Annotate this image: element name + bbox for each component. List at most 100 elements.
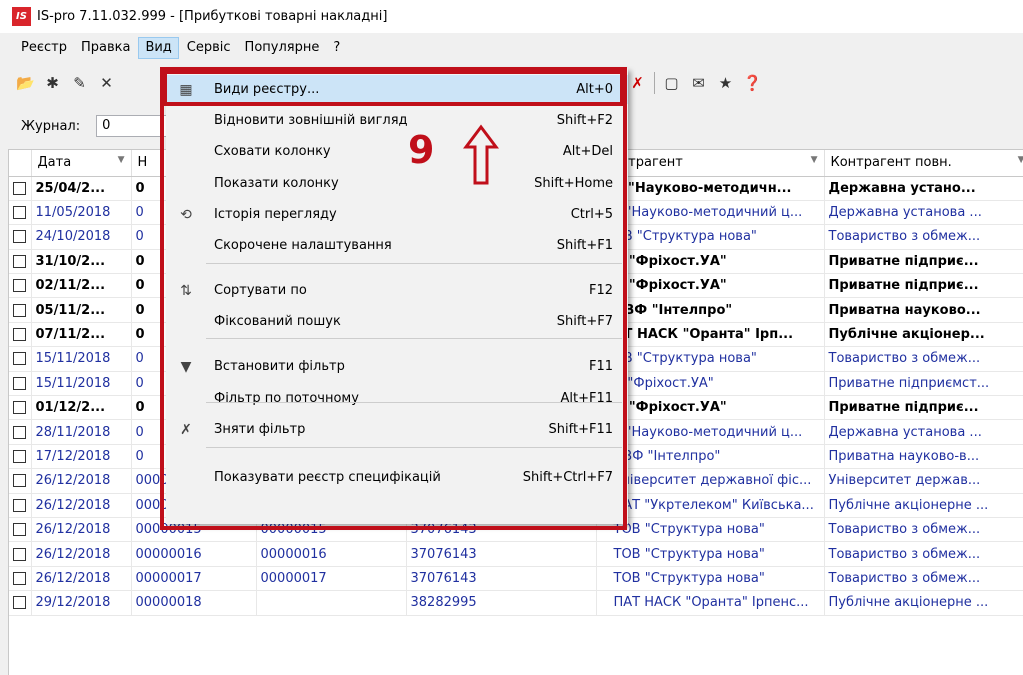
annotation-step-number: 9 (408, 128, 435, 172)
cell-contractor-full: Публічне акціонерне ... (824, 590, 1023, 616)
header-checkbox[interactable] (9, 150, 32, 177)
calculator-icon[interactable]: ▢ (658, 69, 685, 96)
checkbox[interactable] (13, 376, 26, 390)
table-row[interactable]: 26/12/2018 00000017 00000017 37076143 ТОВ "С… (9, 566, 1023, 592)
row-checkbox[interactable] (9, 444, 32, 470)
row-checkbox[interactable] (9, 322, 32, 348)
checkbox[interactable] (13, 230, 26, 244)
menu-edit[interactable]: Правка (75, 37, 136, 59)
cell-contractor: ТОВ "Структура нова" (596, 517, 825, 543)
cell-date: 24/10/2018 (31, 224, 132, 250)
cell-contractor: ПАТ "Укртелеком" Київська... (596, 493, 825, 518)
table-row[interactable]: 29/12/2018 00000018 38282995 ПАТ НАСК "Оран… (9, 590, 1023, 616)
cell-contractor: Університет державної фіс... (596, 468, 825, 494)
delete-document-icon[interactable]: ✕ (93, 69, 120, 96)
title-bar: IS IS-pro 7.11.032.999 - [Прибуткові тов… (0, 0, 1023, 33)
checkbox[interactable] (13, 571, 26, 585)
cell-contractor-full: Приватне підприємст... (824, 371, 1023, 397)
menu-help[interactable]: ? (327, 37, 346, 59)
checkbox[interactable] (13, 596, 26, 610)
app-window: IS IS-pro 7.11.032.999 - [Прибуткові тов… (0, 0, 1023, 675)
header-contractor[interactable]: Контрагент ▼ (596, 150, 825, 177)
checkbox[interactable] (13, 181, 26, 195)
cell-contractor-full: Університет держав... (824, 468, 1023, 494)
checkbox[interactable] (13, 474, 26, 488)
cell-code: 37076143 (406, 566, 597, 592)
checkbox[interactable] (13, 449, 26, 463)
row-checkbox[interactable] (9, 224, 32, 250)
row-checkbox[interactable] (9, 371, 32, 397)
row-checkbox[interactable] (9, 590, 32, 616)
cell-doc-number: 00000017 (256, 566, 407, 592)
header-date[interactable]: Дата ▼ (31, 150, 132, 177)
remove-filter-icon[interactable]: ✗ (624, 69, 651, 96)
cell-date: 02/11/2... (31, 273, 132, 299)
menu-popular[interactable]: Популярне (239, 37, 326, 59)
cell-date: 29/12/2018 (31, 590, 132, 616)
row-checkbox[interactable] (9, 297, 32, 323)
row-checkbox[interactable] (9, 468, 32, 494)
new-document-icon[interactable]: ✱ (39, 69, 66, 96)
toolbar-separator (654, 71, 655, 94)
checkbox[interactable] (13, 498, 26, 512)
open-folder-icon[interactable]: 📂 (12, 69, 39, 96)
cell-date: 26/12/2018 (31, 541, 132, 567)
cell-contractor: ТОВ "Структура нова" (596, 541, 825, 567)
checkbox[interactable] (13, 401, 26, 415)
cell-contractor: НВФ "Інтелпро" (596, 444, 825, 470)
annotation-frame (160, 67, 627, 530)
cell-date: 26/12/2018 (31, 493, 132, 518)
help-icon[interactable]: ❓ (739, 69, 766, 96)
menu-service[interactable]: Сервіс (181, 37, 237, 59)
window-title: IS-pro 7.11.032.999 - [Прибуткові товарн… (37, 9, 388, 24)
row-checkbox[interactable] (9, 346, 32, 372)
row-checkbox[interactable] (9, 419, 32, 445)
cell-date: 11/05/2018 (31, 200, 132, 226)
cell-contractor: ОВ "Структура нова" (596, 346, 825, 372)
favorite-star-icon[interactable]: ★ (712, 69, 739, 96)
menu-view[interactable]: Вид (138, 36, 179, 59)
checkbox[interactable] (13, 425, 26, 439)
cell-contractor: П "Фріхост.УА" (596, 273, 825, 299)
row-checkbox[interactable] (9, 176, 32, 201)
checkbox[interactable] (13, 279, 26, 293)
cell-contractor-full: Приватна науково-в... (824, 444, 1023, 470)
cell-number: 00000018 (131, 590, 257, 616)
row-checkbox[interactable] (9, 200, 32, 226)
row-checkbox[interactable] (9, 541, 32, 567)
mail-icon[interactable]: ✉ (685, 69, 712, 96)
row-checkbox[interactable] (9, 395, 32, 421)
row-checkbox[interactable] (9, 249, 32, 275)
row-checkbox[interactable] (9, 566, 32, 592)
journal-label: Журнал: (21, 118, 81, 134)
cell-contractor-full: Приватне підприє... (824, 395, 1023, 421)
cell-contractor-full: Приватне підприє... (824, 249, 1023, 275)
cell-date: 07/11/2... (31, 322, 132, 348)
cell-number: 00000016 (131, 541, 257, 567)
checkbox[interactable] (13, 328, 26, 342)
row-checkbox[interactable] (9, 517, 32, 543)
row-checkbox[interactable] (9, 493, 32, 518)
row-checkbox[interactable] (9, 273, 32, 299)
cell-contractor-full: Державна установа ... (824, 200, 1023, 226)
checkbox[interactable] (13, 303, 26, 317)
cell-date: 31/10/2... (31, 249, 132, 275)
cell-date: 15/11/2018 (31, 346, 132, 372)
cell-contractor-full: Публічне акціонер... (824, 322, 1023, 348)
header-contractor-full[interactable]: Контрагент повн.▼ (824, 150, 1023, 177)
cell-contractor-full: Товариство з обмеж... (824, 566, 1023, 592)
checkbox[interactable] (13, 254, 26, 268)
checkbox[interactable] (13, 523, 26, 537)
cell-contractor: ПАТ НАСК "Оранта" Ірпенс... (596, 590, 825, 616)
checkbox[interactable] (13, 206, 26, 220)
edit-document-icon[interactable]: ✎ (66, 69, 93, 96)
menu-registry[interactable]: Реєстр (15, 37, 73, 59)
cell-contractor-full: Державна устано... (824, 176, 1023, 201)
cell-contractor-full: Товариство з обмеж... (824, 517, 1023, 543)
cell-contractor: П "Фріхост.УА" (596, 371, 825, 397)
cell-contractor: У "Науково-методичний ц... (596, 419, 825, 445)
cell-date: 26/12/2018 (31, 468, 132, 494)
checkbox[interactable] (13, 547, 26, 561)
table-row[interactable]: 26/12/2018 00000016 00000016 37076143 ТОВ "С… (9, 541, 1023, 567)
checkbox[interactable] (13, 352, 26, 366)
